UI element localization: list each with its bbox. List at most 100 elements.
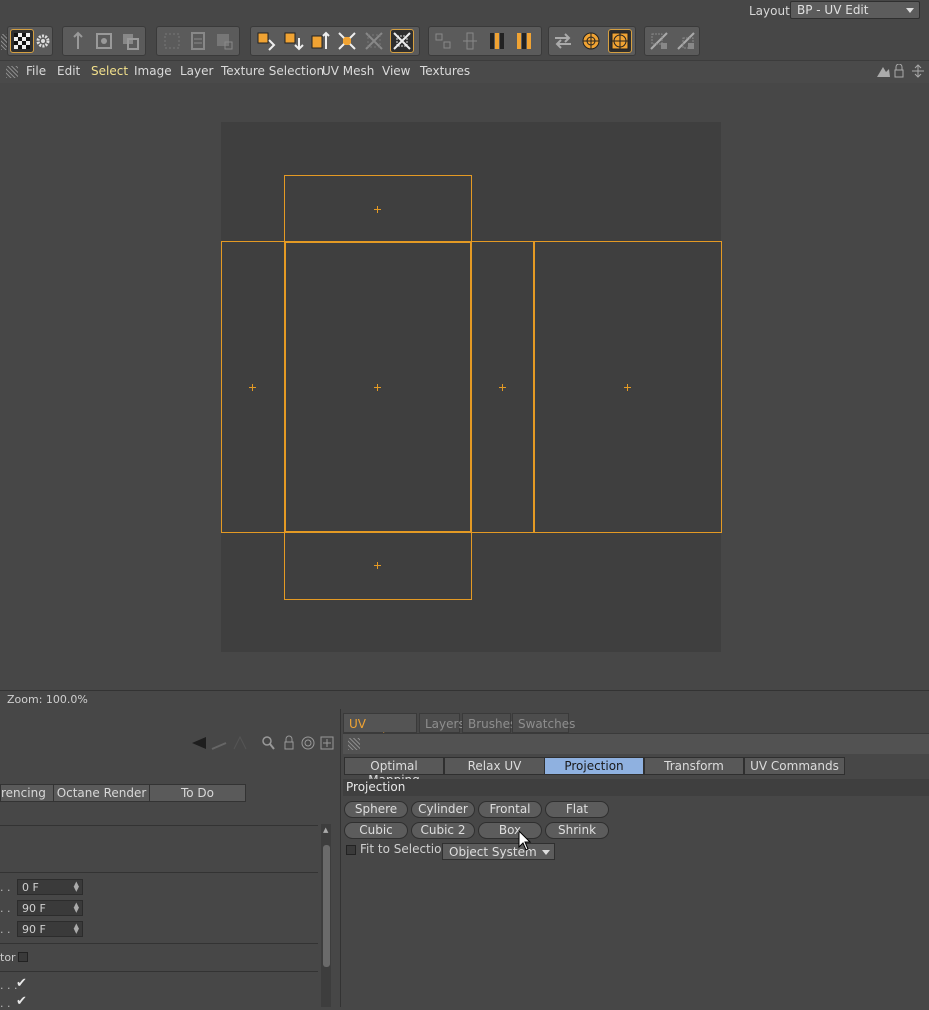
frame-field[interactable]: 90 F ▲ ▼ — [17, 921, 83, 937]
panel-body — [341, 865, 929, 1007]
toolbar-group-misc — [644, 26, 700, 56]
divider — [0, 943, 318, 944]
mouse-cursor-icon — [518, 830, 532, 851]
scroll-up-icon[interactable]: ▲ — [323, 826, 328, 834]
toolbar-group-selection — [156, 26, 240, 56]
menu-view[interactable]: View — [382, 64, 410, 78]
chevron-down-icon — [542, 850, 550, 855]
sphere-projection-icon[interactable] — [580, 30, 602, 52]
menu-uv-mesh[interactable]: UV Mesh — [322, 64, 374, 78]
tab-to-do[interactable]: To Do — [149, 784, 246, 802]
subtab-optimal-mapping[interactable]: Optimal Mapping — [344, 757, 444, 787]
tab-brushes[interactable]: Brushes — [462, 713, 516, 733]
divider — [0, 971, 318, 972]
fit-to-selection-checkbox[interactable] — [346, 845, 356, 855]
divider — [0, 872, 318, 873]
uv-face-left-center-icon — [249, 384, 256, 391]
chevron-down-icon — [906, 8, 914, 13]
panel-grip-icon — [348, 738, 360, 750]
back-arrow-icon — [192, 737, 206, 749]
spinner-icon[interactable]: ▲ ▼ — [74, 902, 79, 914]
checker-texture-icon[interactable] — [10, 29, 34, 53]
spinner-icon[interactable]: ▲ ▼ — [74, 881, 79, 893]
spinner-icon[interactable]: ▲ ▼ — [74, 923, 79, 935]
frame-field[interactable]: 0 F ▲ ▼ — [17, 879, 83, 895]
option-checkbox[interactable] — [18, 952, 28, 962]
menu-bar: File Edit Select Image Layer Texture Sel… — [0, 60, 929, 84]
field-label: . . — [0, 923, 11, 936]
cubic-2-button[interactable]: Cubic 2 — [411, 822, 475, 839]
frame-field-value: 90 F — [22, 923, 46, 936]
uv-move-icon[interactable] — [255, 30, 277, 52]
gear-icon[interactable] — [32, 30, 54, 52]
panel-header — [343, 733, 929, 754]
tab-octane-render[interactable]: Octane Render — [53, 784, 150, 802]
uv-points-icon[interactable] — [93, 30, 115, 52]
subtab-transform[interactable]: Transform — [644, 757, 744, 775]
tab-referencing[interactable]: rencing — [0, 784, 54, 802]
scrollbar-thumb[interactable] — [323, 845, 330, 967]
cylinder-button[interactable]: Cylinder — [411, 801, 475, 818]
align-left-icon[interactable] — [432, 30, 454, 52]
distribute-orange-icon[interactable] — [486, 30, 508, 52]
menu-select[interactable]: Select — [91, 64, 128, 78]
divider — [0, 825, 318, 826]
view-controls-icon[interactable] — [876, 64, 926, 78]
tab-uv-mapping[interactable]: UV Mapping — [343, 713, 417, 745]
uv-face-top-center-icon — [374, 206, 381, 213]
toolbar — [0, 22, 929, 60]
toolbar-group-align — [428, 26, 542, 56]
layout-select-value: BP - UV Edit — [797, 3, 869, 17]
checkmark-icon[interactable]: ✔ — [16, 976, 27, 991]
menu-textures[interactable]: Textures — [420, 64, 470, 78]
tab-swatches[interactable]: Swatches — [512, 713, 575, 733]
frontal-button[interactable]: Frontal — [478, 801, 542, 818]
select-polygons-icon[interactable] — [213, 30, 235, 52]
uv-mirror-icon[interactable] — [336, 30, 358, 52]
uv-face-right-center-icon — [499, 384, 506, 391]
layout-select[interactable]: BP - UV Edit — [790, 1, 920, 19]
box-button[interactable]: Box — [478, 822, 542, 839]
menu-texture-selection[interactable]: Texture Selection — [221, 64, 324, 78]
frame-field[interactable]: 90 F ▲ ▼ — [17, 900, 83, 916]
uv-paste-icon[interactable] — [675, 30, 697, 52]
select-edges-icon[interactable] — [187, 30, 209, 52]
checkbox-label: tor — [0, 951, 16, 964]
zoom-bar: Zoom: 100.0% — [0, 690, 929, 709]
tab-layers[interactable]: Layers — [419, 713, 465, 733]
subtab-relax-uv[interactable]: Relax UV — [444, 757, 545, 775]
menu-file[interactable]: File — [26, 64, 46, 78]
uv-copy-icon[interactable] — [648, 30, 670, 52]
cubic-button[interactable]: Cubic — [344, 822, 408, 839]
swap-icon[interactable] — [552, 30, 574, 52]
distribute-columns-icon[interactable] — [513, 30, 535, 52]
uv-grid-icon[interactable] — [363, 30, 385, 52]
move-tool-icon[interactable] — [67, 30, 89, 52]
box-projection-icon[interactable] — [608, 29, 632, 53]
subtab-projection[interactable]: Projection — [544, 757, 644, 775]
sphere-button[interactable]: Sphere — [344, 801, 408, 818]
check-row-label: . . — [0, 997, 11, 1010]
toolbar-group-projection — [548, 26, 636, 56]
uv-texture-canvas[interactable] — [221, 122, 722, 652]
frame-field-value: 0 F — [22, 881, 39, 894]
select-points-icon[interactable] — [161, 30, 183, 52]
zoom-level: Zoom: 100.0% — [7, 693, 88, 706]
uv-fit-icon[interactable] — [390, 29, 414, 53]
menu-image[interactable]: Image — [134, 64, 172, 78]
uv-polygons-icon[interactable] — [119, 30, 141, 52]
uv-scale-icon[interactable] — [282, 30, 304, 52]
flat-button[interactable]: Flat — [545, 801, 609, 818]
toolbar-group-paint — [7, 26, 53, 56]
align-center-icon[interactable] — [459, 30, 481, 52]
shrink-button[interactable]: Shrink — [545, 822, 609, 839]
section-title: Projection — [346, 780, 406, 794]
uv-rotate-icon[interactable] — [309, 30, 331, 52]
menu-edit[interactable]: Edit — [57, 64, 80, 78]
projection-system-select[interactable]: Object System — [442, 843, 555, 860]
menu-grip-icon — [6, 66, 18, 78]
toolbar-group-transform — [250, 26, 420, 56]
subtab-uv-commands[interactable]: UV Commands — [744, 757, 845, 775]
field-label: . . — [0, 881, 11, 894]
menu-layer[interactable]: Layer — [180, 64, 213, 78]
